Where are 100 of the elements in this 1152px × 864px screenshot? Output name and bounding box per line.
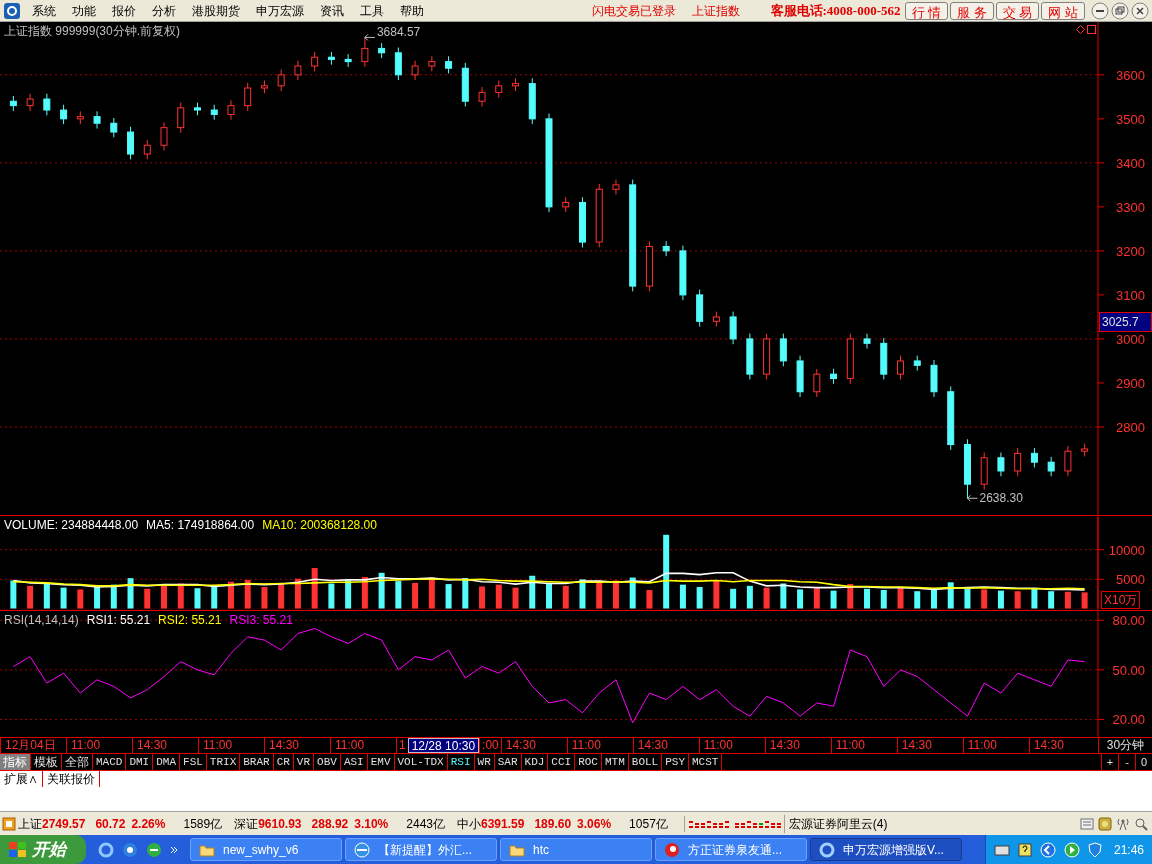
candlestick (227, 99, 235, 121)
candlestick (595, 183, 603, 248)
candlestick (26, 93, 34, 112)
taskbar-button[interactable]: 方正证券泉友通... (655, 838, 807, 861)
app-icon[interactable] (2, 816, 16, 831)
candlestick (645, 240, 653, 292)
mode-tab[interactable]: 指标 (0, 754, 31, 770)
help-icon[interactable] (1017, 842, 1032, 857)
back-icon[interactable] (1039, 841, 1056, 858)
candlestick (930, 359, 938, 398)
menu-item[interactable]: 资讯 (312, 1, 352, 20)
indicator-reading: RSI(14,14,14) (4, 612, 79, 629)
volume-bar (462, 578, 469, 609)
indicator-reading: MA5: 174918864.00 (146, 517, 255, 534)
axis-label: 2800 (1116, 419, 1145, 435)
candlestick (997, 452, 1005, 477)
indicator-reading: RSI3: 55.21 (229, 612, 293, 629)
nav-button[interactable]: 交 易 (995, 1, 1040, 20)
status-notice[interactable]: 闪电交易已登录 (592, 1, 676, 20)
restore-icon[interactable] (1111, 1, 1129, 20)
close-icon[interactable] (1131, 1, 1149, 20)
candlestick (344, 53, 352, 68)
candlestick (796, 355, 804, 398)
volume-bar (1031, 588, 1038, 609)
axis-label: 3200 (1116, 243, 1145, 259)
volume-bar (1081, 592, 1088, 609)
app-logo-icon[interactable] (3, 1, 21, 20)
candlestick (880, 337, 888, 380)
volume-bar (746, 585, 753, 609)
volume-bar (629, 577, 636, 609)
coin-icon[interactable] (1098, 816, 1112, 831)
candlestick (277, 69, 285, 92)
hotline: 客服电话:4008-000-562 (770, 1, 901, 20)
candlestick (512, 77, 519, 92)
volume-bar (10, 580, 17, 609)
taskbar-button[interactable]: 【新提醒】外汇... (345, 838, 497, 861)
volume-bar (345, 580, 352, 609)
menu-item[interactable]: 帮助 (392, 1, 432, 20)
keyboard-icon[interactable] (993, 843, 1010, 856)
volume-bar (60, 587, 67, 609)
unit-label: X10万 (1101, 591, 1141, 609)
menu-item[interactable]: 报价 (104, 1, 144, 20)
volume-bar (964, 587, 971, 609)
volume-bar (730, 588, 737, 609)
taskbar-button[interactable]: 申万宏源增强版V... (810, 838, 962, 861)
volume-bar (780, 583, 787, 609)
candlestick (143, 139, 151, 160)
taskbar-button[interactable]: htc (500, 838, 652, 861)
menu-item[interactable]: 工具 (352, 1, 392, 20)
menu-item[interactable]: 申万宏源 (248, 1, 312, 20)
volume-bar (378, 572, 385, 609)
candlestick (562, 196, 570, 213)
menu-item[interactable]: 功能 (64, 1, 104, 20)
turnover: 1589亿 (183, 815, 223, 833)
menu-item[interactable]: 分析 (144, 1, 184, 20)
browser-icon[interactable] (98, 841, 114, 858)
axis-label: 10000 (1108, 542, 1145, 558)
volume-bar (914, 591, 921, 609)
minimize-icon[interactable] (1091, 1, 1109, 20)
menu-item[interactable]: 系统 (24, 1, 64, 20)
extreme-label: 3684.57 (376, 25, 421, 40)
window-icon[interactable] (1087, 25, 1096, 34)
volume-bar (412, 582, 419, 609)
candlestick (612, 179, 620, 196)
status-notice[interactable]: 上证指数 (692, 1, 740, 20)
antenna-icon[interactable] (1116, 816, 1130, 831)
candlestick (712, 311, 720, 328)
start-button[interactable]: 开始 (0, 835, 86, 864)
current-price-tag: 3025.7 (1099, 312, 1152, 332)
browser-icon[interactable] (146, 841, 162, 858)
index-price: 9610.93 (258, 815, 302, 833)
axis-label: 80.00 (1112, 613, 1145, 629)
volume-bar (395, 581, 402, 609)
candlestick (947, 385, 955, 451)
chevron-icon[interactable] (170, 845, 178, 854)
shield-icon[interactable] (1087, 841, 1102, 858)
diamond-icon[interactable] (1076, 25, 1085, 34)
volume-bar (931, 589, 937, 609)
play-icon[interactable] (1063, 841, 1080, 858)
volume-bar (981, 589, 988, 609)
volume-bar (194, 588, 201, 609)
index-name: 中小 (457, 815, 481, 833)
taskbar-button[interactable]: new_swhy_v6 (190, 838, 342, 861)
nav-button[interactable]: 服 务 (950, 1, 994, 20)
browser-icon[interactable] (122, 841, 138, 858)
volume-bar (495, 584, 502, 609)
search-icon[interactable] (1134, 816, 1148, 831)
axis-label: 3000 (1116, 331, 1145, 347)
candlestick (110, 117, 118, 138)
menu-item[interactable]: 港股期货 (184, 1, 248, 20)
volume-bar (445, 584, 452, 609)
indicator-reading: MA10: 200368128.00 (262, 517, 377, 534)
axis-label: 2900 (1116, 375, 1145, 391)
nav-button[interactable]: 网 站 (1041, 1, 1085, 20)
index-change: 288.92 (311, 815, 349, 833)
nav-button[interactable]: 行 情 (904, 1, 949, 20)
candlestick (294, 60, 302, 81)
candlestick (43, 93, 51, 116)
candlestick (327, 51, 335, 66)
volume-bar (294, 578, 301, 609)
